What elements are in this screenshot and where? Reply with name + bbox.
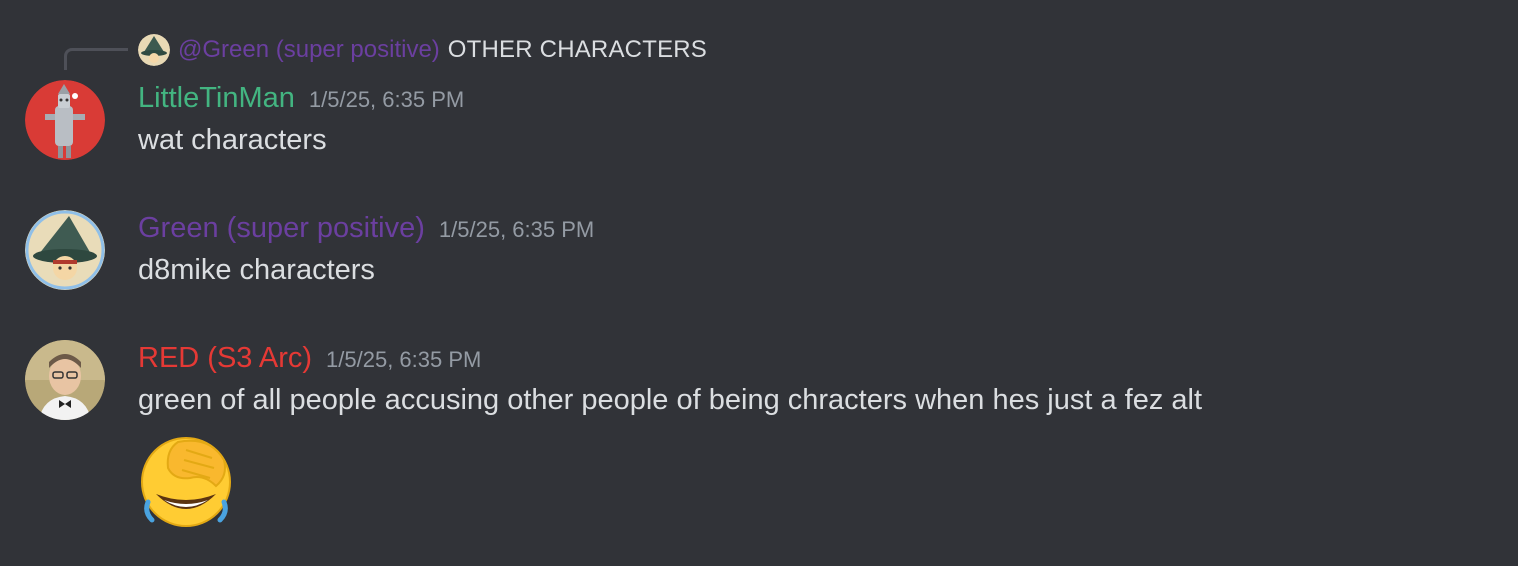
wizard-avatar-icon[interactable] — [138, 34, 170, 66]
reply-connector-line — [64, 48, 128, 70]
message-content: green of all people accusing other peopl… — [138, 384, 1203, 416]
message-username[interactable]: Green (super positive) — [138, 212, 425, 245]
message-username[interactable]: LittleTinMan — [138, 82, 295, 115]
message-timestamp[interactable]: 1/5/25, 6:35 PM — [309, 87, 464, 113]
message-timestamp[interactable]: 1/5/25, 6:35 PM — [326, 347, 481, 373]
chat-message-list: @Green (super positive) OTHER CHARACTERS… — [0, 0, 1518, 566]
tin-man-avatar-icon[interactable] — [25, 80, 105, 160]
message-content: d8mike characters — [138, 254, 375, 286]
message-content: wat characters — [138, 124, 327, 156]
message-username[interactable]: RED (S3 Arc) — [138, 342, 312, 375]
reply-preview-text[interactable]: OTHER CHARACTERS — [448, 36, 707, 64]
face-palm-laughing-emoji[interactable] — [138, 432, 234, 528]
reply-reference[interactable]: @Green (super positive) OTHER CHARACTERS — [138, 34, 707, 66]
message-timestamp[interactable]: 1/5/25, 6:35 PM — [439, 217, 594, 243]
man-with-glasses-avatar-icon[interactable] — [25, 340, 105, 420]
wizard-avatar-icon[interactable] — [25, 210, 105, 290]
reply-author-mention[interactable]: @Green (super positive) — [178, 36, 440, 64]
